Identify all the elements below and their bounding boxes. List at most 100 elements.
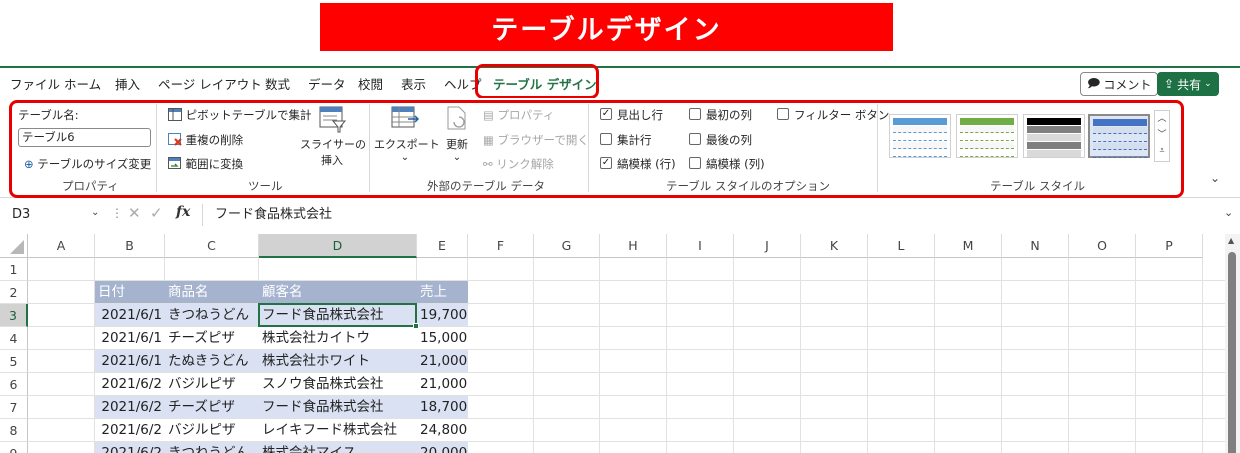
resize-table-button[interactable]: ⊕ テーブルのサイズ変更 [24,156,151,172]
table-cell[interactable]: フード食品株式会社 [259,304,417,327]
column-header-c[interactable]: C [165,234,259,258]
gallery-scroll[interactable]: ︿ ﹀ ⩡ [1154,110,1170,162]
table-cell[interactable]: 18,700 [417,396,468,419]
fill-handle[interactable] [413,323,419,329]
chevron-up-icon[interactable]: ︿ [1155,111,1169,127]
row-header-7[interactable]: 7 [0,396,28,419]
table-header-cell[interactable]: 日付 [95,281,165,304]
row-header-2[interactable]: 2 [0,281,28,304]
gallery-more-icon[interactable]: ⩡ [1155,143,1169,159]
row-header-6[interactable]: 6 [0,373,28,396]
table-cell[interactable]: フード食品株式会社 [259,396,417,419]
table-cell[interactable]: 19,700 [417,304,468,327]
table-style-light-green[interactable] [956,114,1018,158]
table-cell[interactable]: 21,000 [417,373,468,396]
table-cell[interactable]: 2021/6/1 [95,304,165,327]
tab-insert[interactable]: 挿入 [115,74,140,93]
table-header-cell[interactable]: 売上 [417,281,468,304]
tab-page-layout[interactable]: ページ レイアウト [158,74,262,93]
chevron-down-icon[interactable]: ﹀ [1155,127,1169,143]
table-cell[interactable]: バジルピザ [165,419,259,442]
table-style-medium-blue[interactable] [1088,114,1150,158]
table-cell[interactable]: バジルピザ [165,373,259,396]
table-cell[interactable]: レイキフード株式会社 [259,419,417,442]
share-button[interactable]: ⇪ 共有 ⌄ [1157,72,1219,96]
column-header-g[interactable]: G [534,234,600,258]
row-header-3[interactable]: 3 [0,304,28,327]
table-cell[interactable]: 2021/6/1 [95,350,165,373]
header-row-checkbox[interactable]: ✓ [600,108,612,120]
table-name-input[interactable]: テーブル6 [18,128,151,147]
table-cell[interactable]: きつねうどん [165,304,259,327]
tab-review[interactable]: 校閲 [358,74,383,93]
row-header-4[interactable]: 4 [0,327,28,350]
column-header-i[interactable]: I [667,234,734,258]
column-header-j[interactable]: J [734,234,801,258]
convert-to-range-button[interactable]: 範囲に変換 [168,156,243,172]
table-cell[interactable]: チーズピザ [165,396,259,419]
column-header-e[interactable]: E [417,234,468,258]
insert-slicer-button[interactable]: スライサーの 挿入 [300,102,366,172]
formula-input[interactable]: フード食品株式会社 [202,204,1222,226]
table-header-cell[interactable]: 顧客名 [259,281,417,304]
select-all-corner[interactable] [0,234,28,258]
expand-formula-bar-icon[interactable]: ⌄ [1224,206,1233,219]
column-header-l[interactable]: L [868,234,935,258]
table-cell[interactable]: 24,800 [417,419,468,442]
first-column-checkbox[interactable] [689,108,701,120]
banded-rows-checkbox[interactable]: ✓ [600,157,612,169]
row-header-8[interactable]: 8 [0,419,28,442]
cancel-icon[interactable]: ✕ [128,204,141,222]
table-cell[interactable]: 15,000 [417,327,468,350]
column-header-k[interactable]: K [801,234,868,258]
tab-view[interactable]: 表示 [401,74,426,93]
insert-function-button[interactable]: fx [176,204,190,220]
external-properties-button[interactable]: ▤ プロパティ [483,107,554,123]
unlink-button[interactable]: ⚯ リンク解除 [483,156,554,172]
column-header-d[interactable]: D [259,234,417,258]
column-header-m[interactable]: M [935,234,1002,258]
table-cell[interactable]: 株式会社ホワイト [259,350,417,373]
row-header-1[interactable]: 1 [0,258,28,281]
collapse-ribbon-icon[interactable]: ⌄ [1210,171,1220,185]
tab-table-design[interactable]: テーブル デザイン [493,74,597,93]
column-header-n[interactable]: N [1002,234,1069,258]
vertical-scrollbar[interactable]: ▲ [1225,234,1240,453]
scrollbar-thumb[interactable] [1228,252,1236,453]
table-cell[interactable]: きつねうどん [165,442,259,453]
table-header-cell[interactable]: 商品名 [165,281,259,304]
last-column-checkbox[interactable] [689,133,701,145]
tab-data[interactable]: データ [308,74,346,93]
table-cell[interactable]: 2021/6/2 [95,373,165,396]
table-cell[interactable]: 2021/6/1 [95,327,165,350]
chevron-down-icon[interactable]: ⌄ [91,207,99,218]
column-header-a[interactable]: A [28,234,95,258]
enter-icon[interactable]: ✓ [150,204,163,222]
table-cell[interactable]: チーズピザ [165,327,259,350]
column-header-p[interactable]: P [1136,234,1203,258]
column-header-f[interactable]: F [468,234,534,258]
table-cell[interactable]: 2021/6/2 [95,419,165,442]
row-header-5[interactable]: 5 [0,350,28,373]
spreadsheet-grid[interactable]: ABCDEFGHIJKLMNOP 123456789 日付商品名顧客名売上 202… [0,234,1225,453]
total-row-checkbox[interactable] [600,133,612,145]
table-cell[interactable]: 21,000 [417,350,468,373]
comment-button[interactable]: 🗩 コメント [1080,72,1159,96]
column-header-h[interactable]: H [600,234,667,258]
banded-columns-checkbox[interactable] [689,157,701,169]
filter-button-checkbox[interactable] [777,108,789,120]
table-cell[interactable]: 株式会社カイトウ [259,327,417,350]
table-cell[interactable]: スノウ食品株式会社 [259,373,417,396]
pivot-summary-button[interactable]: ピボットテーブルで集計 [168,107,311,123]
table-style-dark-black[interactable] [1023,114,1085,158]
table-cell[interactable]: たぬきうどん [165,350,259,373]
refresh-button[interactable]: 更新 ⌄ [440,102,474,174]
table-cell[interactable]: 20,000 [417,442,468,453]
table-cell[interactable]: 2021/6/2 [95,442,165,453]
tab-formulas[interactable]: 数式 [265,74,290,93]
remove-duplicates-button[interactable]: 重複の削除 [168,132,243,148]
table-cell[interactable]: 株式会社マイス [259,442,417,453]
table-cell[interactable]: 2021/6/2 [95,396,165,419]
export-button[interactable]: エクスポート ⌄ [374,102,440,174]
tab-help[interactable]: ヘルプ [444,74,482,93]
